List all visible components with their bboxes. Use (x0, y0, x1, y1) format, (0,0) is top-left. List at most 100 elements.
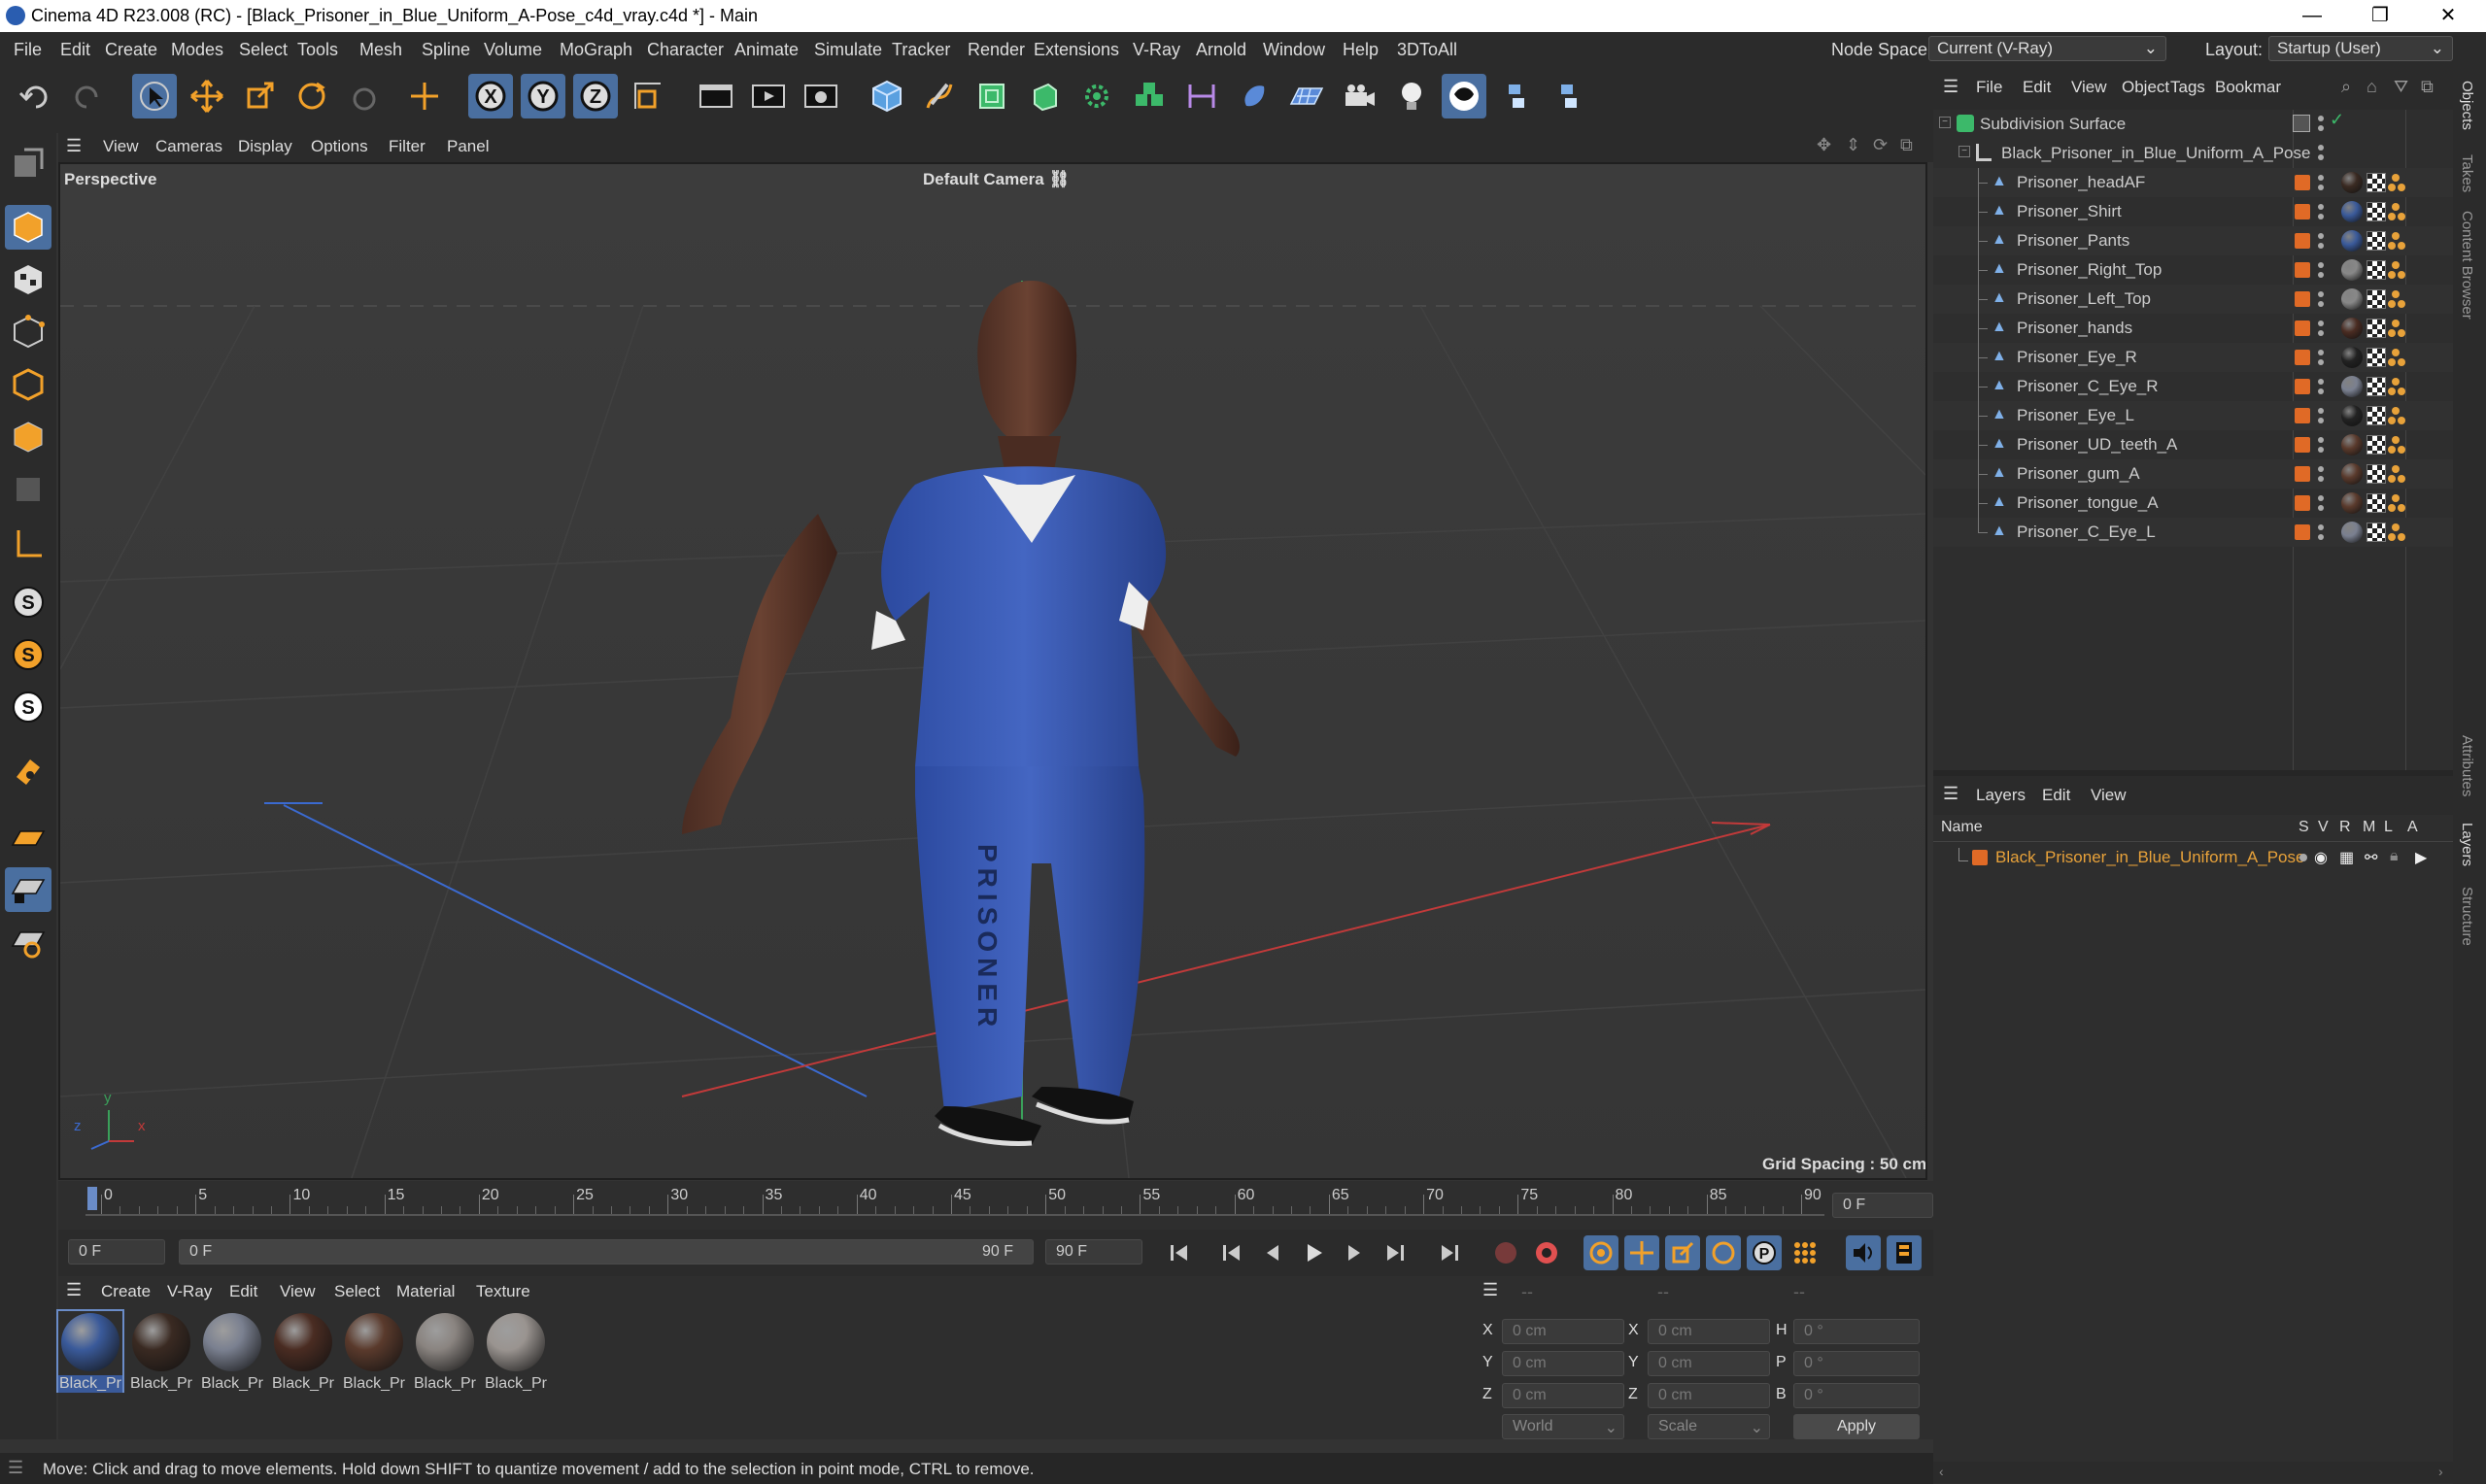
vray-tag-icon[interactable] (2392, 465, 2400, 473)
close-icon[interactable]: ✕ (2419, 0, 2477, 32)
material-tag-icon[interactable] (2341, 318, 2363, 339)
status-hamburger-icon[interactable]: ☰ (8, 1458, 23, 1478)
render-visibility-icon[interactable] (2318, 301, 2324, 307)
layer-menu-view[interactable]: View (2091, 786, 2127, 805)
layer-col-m[interactable]: M (2363, 819, 2375, 836)
layer-col-v[interactable]: V (2318, 819, 2329, 836)
layer-color-icon[interactable] (2295, 204, 2310, 219)
editor-visibility-icon[interactable] (2318, 408, 2324, 414)
material-menu-v-ray[interactable]: V-Ray (167, 1282, 212, 1301)
start-frame-field[interactable]: 0 F (68, 1239, 165, 1265)
minimize-icon[interactable]: — (2283, 0, 2341, 32)
object-menu-tags[interactable]: Tags (2170, 78, 2205, 97)
coordinate-mode-select[interactable]: Scale ⌄ (1648, 1414, 1770, 1439)
layer-scrollbar[interactable]: ‹ › (1933, 1462, 2453, 1483)
grid-lock-icon[interactable] (5, 815, 51, 860)
material-tag-icon[interactable] (2341, 376, 2363, 397)
viewport-menu-options[interactable]: Options (311, 137, 368, 156)
layer-manager-icon[interactable]: ⚯ (2365, 848, 2377, 867)
home-icon[interactable]: ⌂ (2367, 77, 2377, 97)
vray-tag-icon[interactable] (2388, 358, 2396, 366)
layer-color-icon[interactable] (2295, 233, 2310, 249)
material-menu-create[interactable]: Create (101, 1282, 151, 1301)
rotation-field[interactable]: 0 ° (1793, 1383, 1920, 1408)
material-thumbnail[interactable]: Black_Pr (413, 1311, 477, 1392)
material-tag-icon[interactable] (2341, 434, 2363, 455)
range-slider[interactable]: 0 F 90 F (179, 1239, 1034, 1265)
vray-tag-icon[interactable] (2392, 494, 2400, 502)
uvw-tag-icon[interactable] (2367, 435, 2386, 455)
viewport-move-icon[interactable]: ✥ (1817, 135, 1831, 155)
layer-menu-layers[interactable]: Layers (1976, 786, 2026, 805)
vray-tag-icon[interactable] (2398, 271, 2405, 279)
vray-tag-icon[interactable] (2392, 378, 2400, 386)
maximize-icon[interactable]: ❐ (2351, 0, 2409, 32)
rotation-field[interactable]: 0 ° (1793, 1351, 1920, 1376)
menu-arnold[interactable]: Arnold (1196, 40, 1246, 60)
tab-layers[interactable]: Layers (2459, 823, 2475, 866)
objects-hamburger-icon[interactable]: ☰ (1943, 77, 1958, 97)
vray-tag-icon[interactable] (2398, 446, 2405, 454)
menu-window[interactable]: Window (1263, 40, 1325, 60)
apply-button[interactable]: Apply (1793, 1414, 1920, 1439)
material-menu-edit[interactable]: Edit (229, 1282, 257, 1301)
render-visibility-icon[interactable] (2318, 418, 2324, 423)
layer-color-icon[interactable] (2295, 466, 2310, 482)
previous-key-icon[interactable] (1214, 1235, 1249, 1270)
menu-mograph[interactable]: MoGraph (560, 40, 632, 60)
layer-color-icon[interactable] (2295, 262, 2310, 278)
material-menu-material[interactable]: Material (396, 1282, 455, 1301)
vray-tag-icon[interactable] (2388, 504, 2396, 512)
editor-visibility-icon[interactable] (2318, 524, 2324, 530)
coordinate-system-icon[interactable] (626, 74, 670, 118)
sound-icon[interactable] (1846, 1235, 1881, 1270)
uvw-tag-icon[interactable] (2367, 231, 2386, 251)
undo-icon[interactable] (14, 74, 58, 118)
position-field[interactable]: 0 cm (1502, 1383, 1624, 1408)
material-thumbnail[interactable]: Black_Pr (129, 1311, 193, 1392)
material-thumbnail[interactable]: Black_Pr (484, 1311, 548, 1392)
node-space-select[interactable]: Current (V-Ray) ⌄ (1928, 36, 2166, 61)
object-row-subdivision[interactable]: − Subdivision Surface ✓ (1933, 110, 2453, 139)
autokey-icon[interactable] (1529, 1235, 1564, 1270)
recent-tool-icon[interactable] (342, 74, 387, 118)
size-field[interactable]: 0 cm (1648, 1319, 1770, 1344)
render-settings-icon[interactable] (799, 74, 843, 118)
menu-create[interactable]: Create (105, 40, 157, 60)
playhead[interactable] (87, 1187, 97, 1210)
menu-animate[interactable]: Animate (734, 40, 799, 60)
object-row[interactable]: ▲ Prisoner_UD_teeth_A (1933, 430, 2453, 459)
enabled-check-icon[interactable]: ✓ (2330, 110, 2344, 130)
vray-tag-icon[interactable] (2398, 533, 2405, 541)
vray-tag-icon[interactable] (2388, 300, 2396, 308)
snap-enable-icon[interactable]: S (5, 685, 51, 729)
layer-color-icon[interactable] (2295, 291, 2310, 307)
material-tag-icon[interactable] (2341, 230, 2363, 252)
layer-color-icon[interactable] (2295, 524, 2310, 540)
material-menu-select[interactable]: Select (334, 1282, 380, 1301)
object-row[interactable]: ▲ Prisoner_Pants (1933, 226, 2453, 255)
object-row[interactable]: ▲ Prisoner_Eye_R (1933, 343, 2453, 372)
material-tag-icon[interactable] (2341, 201, 2363, 222)
viewport-menu-view[interactable]: View (103, 137, 139, 156)
field-icon[interactable] (1232, 74, 1277, 118)
position-key-icon[interactable] (1624, 1235, 1659, 1270)
render-view-icon[interactable] (746, 74, 791, 118)
vray-tag-icon[interactable] (2398, 475, 2405, 483)
material-tag-icon[interactable] (2341, 347, 2363, 368)
vray-tag-icon[interactable] (2388, 242, 2396, 250)
viewport-menu-cameras[interactable]: Cameras (155, 137, 222, 156)
menu-3dtoall[interactable]: 3DToAll (1397, 40, 1457, 60)
uvw-tag-icon[interactable] (2367, 523, 2386, 542)
size-field[interactable]: 0 cm (1648, 1351, 1770, 1376)
vray-tag-icon[interactable] (2392, 203, 2400, 211)
rotation-key-icon[interactable] (1706, 1235, 1741, 1270)
vray-tag-icon[interactable] (2392, 290, 2400, 298)
scale-key-icon[interactable] (1665, 1235, 1700, 1270)
object-menu-file[interactable]: File (1976, 78, 2002, 97)
object-row[interactable]: ▲ Prisoner_Left_Top (1933, 285, 2453, 314)
parameter-key-icon[interactable]: P (1747, 1235, 1782, 1270)
python-script-icon[interactable] (1494, 74, 1539, 118)
vray-tag-icon[interactable] (2398, 242, 2405, 250)
menu-tracker[interactable]: Tracker (892, 40, 950, 60)
